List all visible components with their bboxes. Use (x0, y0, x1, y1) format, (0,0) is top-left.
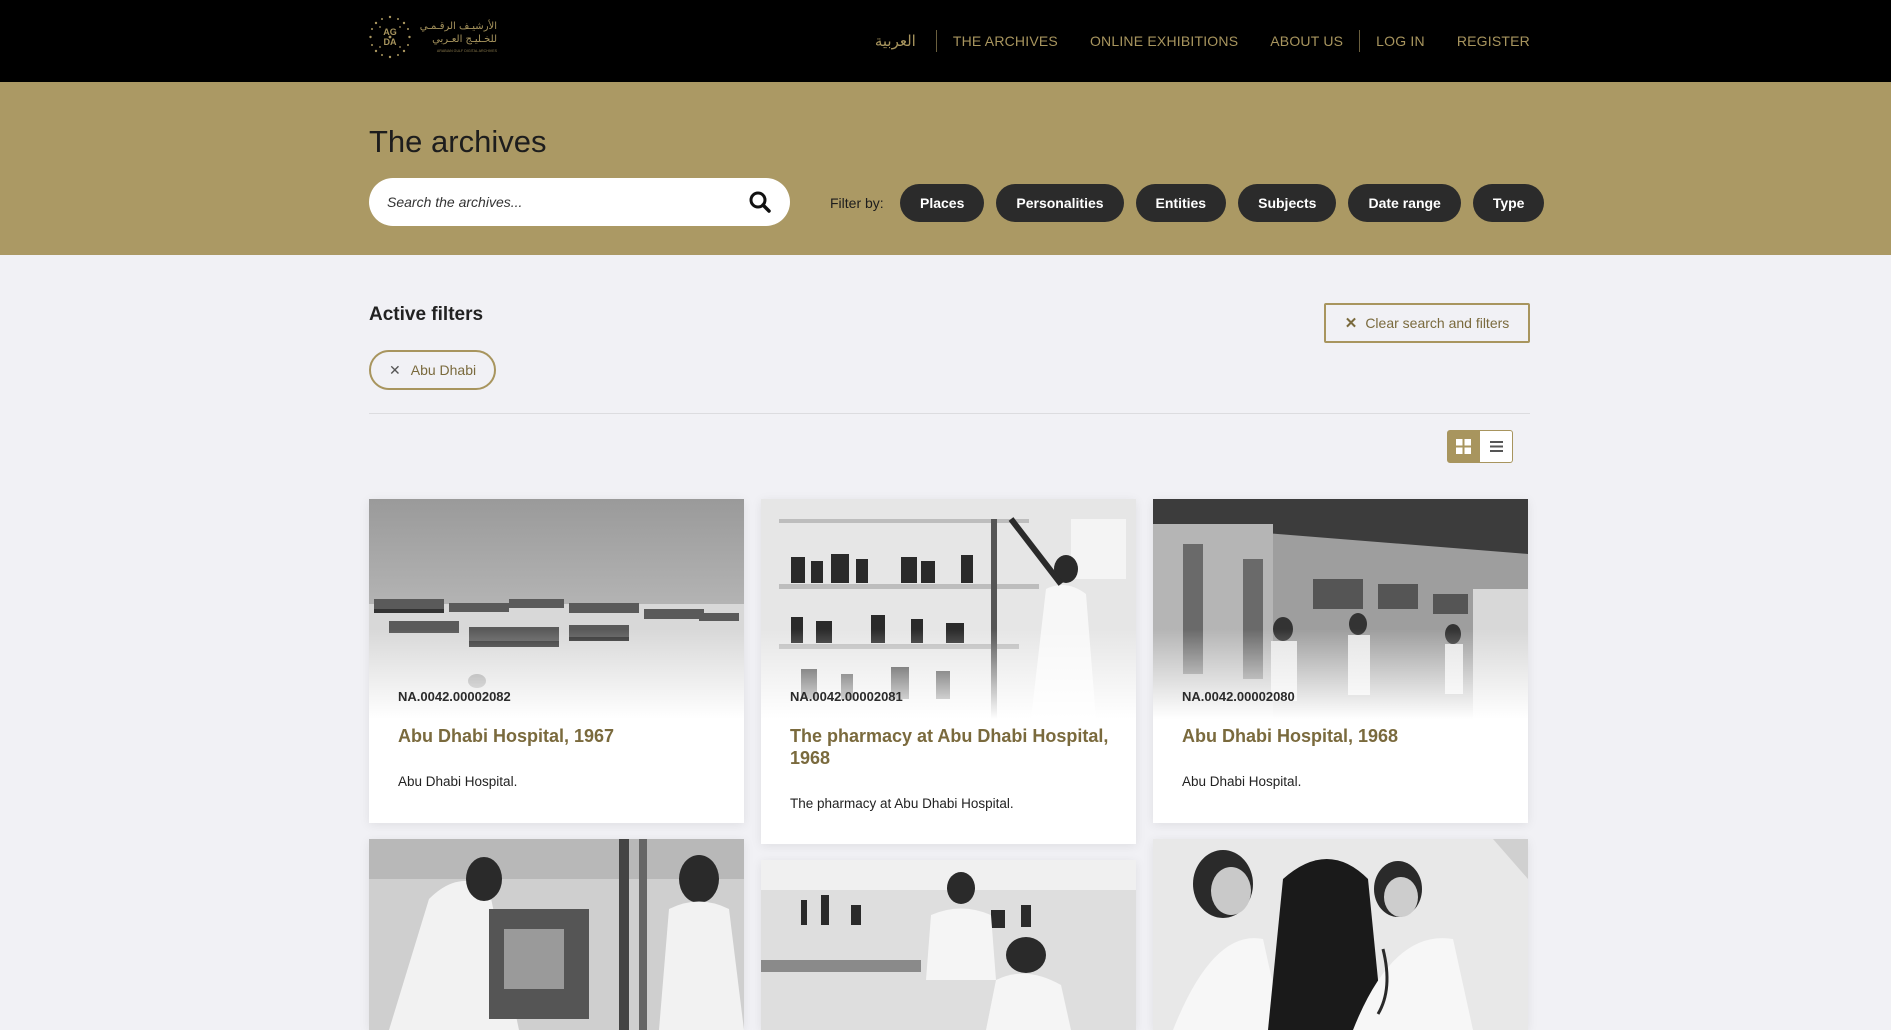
list-view-button[interactable] (1480, 430, 1513, 463)
svg-text:DA: DA (384, 37, 397, 47)
thumbnail-fade (1153, 629, 1528, 719)
clear-search-button[interactable]: ✕ Clear search and filters (1324, 303, 1530, 343)
filter-type-button[interactable]: Type (1472, 184, 1545, 222)
search-box (369, 178, 790, 226)
list-icon (1489, 441, 1503, 452)
nav-log-in[interactable]: LOG IN (1360, 33, 1441, 49)
filter-by-label: Filter by: (830, 195, 884, 211)
active-filters-heading: Active filters (369, 304, 484, 325)
svg-text:الأرشيـف الرقـمـي: الأرشيـف الرقـمـي (420, 19, 497, 32)
thumbnail-fade (369, 629, 744, 719)
active-filter-label: Abu Dhabi (410, 362, 477, 378)
archives-hero: The archives Filter by: Places Personali… (0, 82, 1891, 255)
filter-chips: Places Personalities Entities Subjects D… (900, 184, 1545, 222)
filter-entities-button[interactable]: Entities (1135, 184, 1227, 222)
remove-filter-icon: ✕ (389, 361, 401, 378)
result-thumbnail (369, 499, 744, 719)
result-description: Abu Dhabi Hospital. (1182, 774, 1302, 789)
result-card[interactable]: NA.0042.00002081 The pharmacy at Abu Dha… (761, 499, 1136, 844)
svg-text:AG: AG (383, 27, 397, 37)
filter-places-button[interactable]: Places (900, 184, 985, 222)
filter-subjects-button[interactable]: Subjects (1238, 184, 1337, 222)
nav-the-archives[interactable]: THE ARCHIVES (937, 33, 1074, 49)
result-title[interactable]: Abu Dhabi Hospital, 1968 (1182, 725, 1502, 747)
thumbnail-fade (761, 629, 1136, 719)
grid-view-button[interactable] (1447, 430, 1480, 463)
result-thumbnail (761, 860, 1136, 1030)
result-description: Abu Dhabi Hospital. (398, 774, 518, 789)
svg-text:ARABIAN GULF DIGITAL ARCHIVES: ARABIAN GULF DIGITAL ARCHIVES (437, 49, 498, 53)
result-card[interactable]: NA.0042.00002080 Abu Dhabi Hospital, 196… (1153, 499, 1528, 823)
result-code: NA.0042.00002082 (398, 689, 511, 704)
grid-icon (1456, 439, 1471, 454)
svg-text:للخـليـج العـربي: للخـليـج العـربي (432, 34, 497, 45)
result-thumbnail (1153, 499, 1528, 719)
clear-search-label: Clear search and filters (1365, 315, 1510, 331)
nav-register[interactable]: REGISTER (1441, 33, 1530, 49)
site-logo[interactable]: AG DA الأرشيـف الرقـمـي للخـليـج العـربي… (369, 14, 499, 60)
result-thumbnail (761, 499, 1136, 719)
result-title[interactable]: Abu Dhabi Hospital, 1967 (398, 725, 718, 747)
active-filter-tag[interactable]: ✕ Abu Dhabi (369, 350, 497, 390)
nav-about-us[interactable]: ABOUT US (1254, 33, 1359, 49)
filter-personalities-button[interactable]: Personalities (996, 184, 1124, 222)
page-title: The archives (369, 124, 547, 159)
result-card[interactable] (761, 860, 1136, 1030)
section-divider (369, 413, 1530, 414)
result-code: NA.0042.00002081 (790, 689, 903, 704)
main-nav: العربية THE ARCHIVES ONLINE EXHIBITIONS … (875, 0, 1530, 82)
nav-arabic-link[interactable]: العربية (875, 32, 936, 50)
result-card[interactable] (1153, 839, 1528, 1030)
nav-online-exhibitions[interactable]: ONLINE EXHIBITIONS (1074, 33, 1254, 49)
result-thumbnail (1153, 839, 1528, 1030)
close-icon: ✕ (1344, 315, 1358, 332)
result-description: The pharmacy at Abu Dhabi Hospital. (790, 796, 1014, 811)
result-card[interactable] (369, 839, 744, 1030)
filter-date-range-button[interactable]: Date range (1348, 184, 1461, 222)
result-code: NA.0042.00002080 (1182, 689, 1295, 704)
search-input[interactable] (387, 178, 727, 226)
result-card[interactable]: NA.0042.00002082 Abu Dhabi Hospital, 196… (369, 499, 744, 823)
result-thumbnail (369, 839, 744, 1030)
logo-emblem-icon: AG DA الأرشيـف الرقـمـي للخـليـج العـربي… (369, 15, 498, 59)
result-title[interactable]: The pharmacy at Abu Dhabi Hospital, 1968 (790, 725, 1110, 769)
top-navbar: AG DA الأرشيـف الرقـمـي للخـليـج العـربي… (0, 0, 1891, 82)
view-toggle (1447, 430, 1513, 463)
search-icon[interactable] (748, 190, 772, 214)
